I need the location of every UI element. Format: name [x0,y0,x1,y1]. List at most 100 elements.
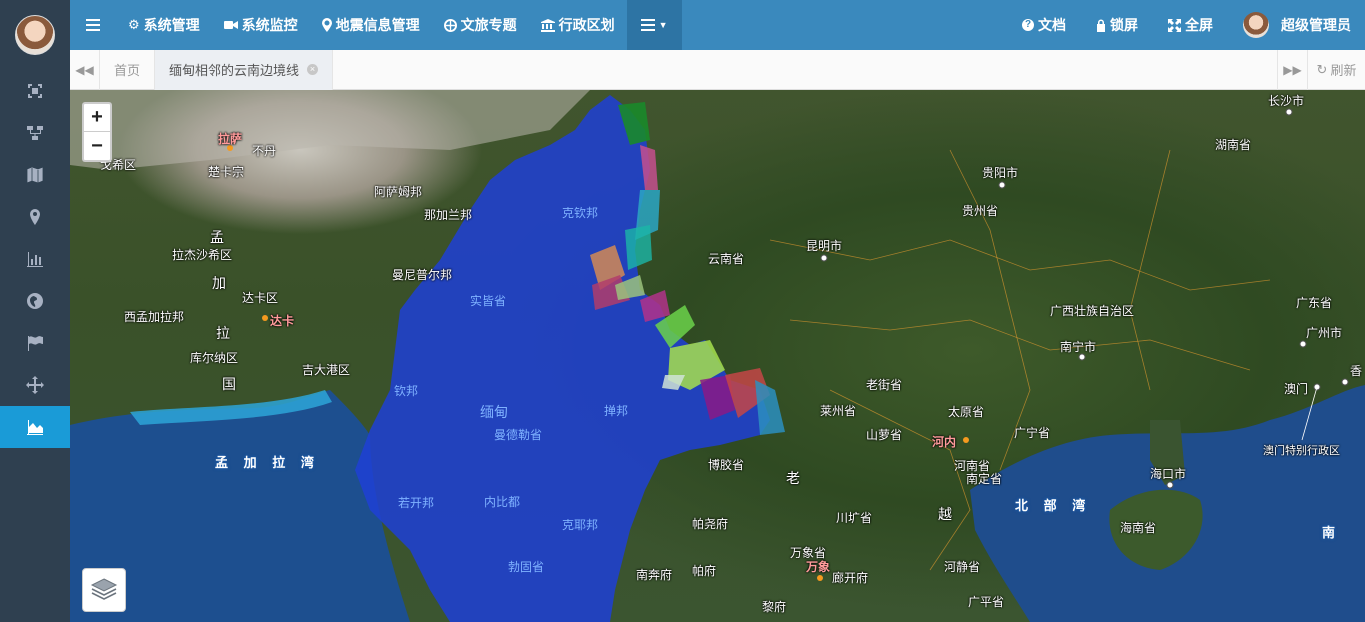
map-label: 勃固省 [508,560,545,574]
map-label: 老街省 [866,378,903,392]
zoom-out-button[interactable]: − [84,132,110,160]
move-icon [26,376,44,394]
nav-user-menu[interactable]: 超级管理员 [1228,0,1365,50]
nav-fullscreen[interactable]: 全屏 [1153,0,1228,50]
border-seg-teal [625,225,652,270]
map-label: 湖南省 [1215,138,1252,152]
sidebar-item-marker[interactable] [0,196,70,238]
top-navbar: ⚙ 系统管理 系统监控 地震信息管理 文旅专题 行政区划 ▼ ? 文档 锁屏 全… [70,0,1365,50]
hamburger-icon [86,19,100,31]
layer-switcher-button[interactable] [82,568,126,612]
sidebar-item-area-chart[interactable] [0,406,70,448]
map-label: 加 [212,275,226,291]
map-label: 吉大港区 [302,363,351,377]
forward-icon: ▶▶ [1283,62,1302,77]
map-label: 广平省 [968,595,1005,609]
sidebar-item-frame[interactable] [0,70,70,112]
map-label: 拉萨 [218,132,243,146]
tab-home[interactable]: 首页 [100,49,156,90]
map-label: 博胶省 [708,458,745,472]
map-label: 黎府 [762,600,787,614]
map-label: 澳门 [1284,382,1309,396]
sidebar-item-diagram[interactable] [0,112,70,154]
nav-right-group: ? 文档 锁屏 全屏 超级管理员 [1007,0,1365,50]
map-label: 曼尼普尔邦 [392,268,453,282]
sidebar [0,0,70,622]
map-label: 北 部 湾 [1015,498,1092,513]
city-dot-dhaka [262,315,268,321]
zoom-control: + − [82,102,112,162]
sidebar-item-map[interactable] [0,154,70,196]
city-dot-hanoi [963,437,969,443]
tabs-bar: ◀◀ 首页 缅甸相邻的云南边境线 × ▶▶ ↻ 刷新 [70,49,1365,90]
nav-more-dropdown[interactable]: ▼ [626,0,682,50]
nav-earthquake[interactable]: 地震信息管理 [310,0,432,50]
layers-icon [90,578,118,600]
sidebar-item-bar-chart[interactable] [0,238,70,280]
nav-admin-division[interactable]: 行政区划 [529,0,627,50]
nav-label: 文旅专题 [460,17,517,33]
nav-docs[interactable]: ? 文档 [1007,0,1081,50]
map-label: 帕府 [692,564,717,578]
avatar[interactable] [15,15,55,55]
frame-icon [28,84,42,98]
nav-system-monitor[interactable]: 系统监控 [212,0,310,50]
map-label: 越 [938,506,952,522]
map-label: 楚卡宗 [208,165,245,179]
refresh-button[interactable]: ↻ 刷新 [1307,49,1365,90]
map-basemap [70,90,1365,622]
backward-icon: ◀◀ [75,62,94,77]
map-label: 若开邦 [398,496,435,510]
map-label: 内比都 [484,495,521,509]
globe-icon [27,293,43,309]
sidebar-item-flag[interactable] [0,322,70,364]
map-label: 广西壮族自治区 [1050,304,1135,318]
map-label: 掸邦 [604,404,629,418]
city-dot-xiang [1341,378,1349,386]
bank-icon [540,18,555,32]
map-label: 老 [786,470,800,486]
map-label: 云南省 [708,252,745,266]
map-label: 钦邦 [394,384,419,398]
nav-label: 文档 [1038,17,1066,33]
map-icon [26,166,44,184]
map-label: 达卡 [270,314,295,328]
map-label: 广州市 [1306,326,1343,340]
map-label: 南 [1322,525,1342,540]
map-label: 孟 [210,229,224,245]
map-label: 国 [222,376,236,392]
zoom-in-button[interactable]: + [84,104,110,132]
sidebar-item-globe[interactable] [0,280,70,322]
menu-toggle-button[interactable] [70,0,116,50]
nav-label: 地震信息管理 [335,17,420,33]
user-name: 超级管理员 [1281,17,1351,33]
area-chart-icon [27,420,43,435]
map-label: 南定省 [966,472,1003,486]
city-dot-changsha [1285,108,1293,116]
expand-icon [1168,18,1181,32]
map-label: 川圹省 [836,511,873,525]
map-label: 曼德勒省 [494,428,543,442]
close-icon[interactable]: × [307,64,319,75]
map-label: 莱州省 [820,404,857,418]
map-label: 南奔府 [636,568,673,582]
tabs-scroll-right-button[interactable]: ▶▶ [1277,49,1307,90]
nav-label: 行政区划 [558,17,615,33]
tab-active[interactable]: 缅甸相邻的云南边境线 × [155,49,334,90]
nav-lock[interactable]: 锁屏 [1081,0,1153,50]
sidebar-item-move[interactable] [0,364,70,406]
tabs-right-group: ▶▶ ↻ 刷新 [1277,49,1365,90]
map-label: 帕尧府 [692,517,729,531]
map-label: 万象 [806,560,831,574]
map-label: 拉 [216,325,230,341]
video-icon [223,21,238,29]
border-seg-cyan-2 [755,380,785,435]
nav-culture-tourism[interactable]: 文旅专题 [432,0,529,50]
map-label: 河静省 [944,560,981,574]
caret-down-icon: ▼ [658,20,668,30]
gear-icon: ⚙ [128,17,140,32]
map-label: 广宁省 [1014,426,1051,440]
nav-system-manage[interactable]: ⚙ 系统管理 [116,0,212,50]
map-view[interactable]: 长沙市 湖南省 贵阳市 贵州省 昆明市 云南省 广西壮族自治区 南宁市 广东省 … [70,90,1365,622]
tabs-scroll-left-button[interactable]: ◀◀ [70,49,100,90]
